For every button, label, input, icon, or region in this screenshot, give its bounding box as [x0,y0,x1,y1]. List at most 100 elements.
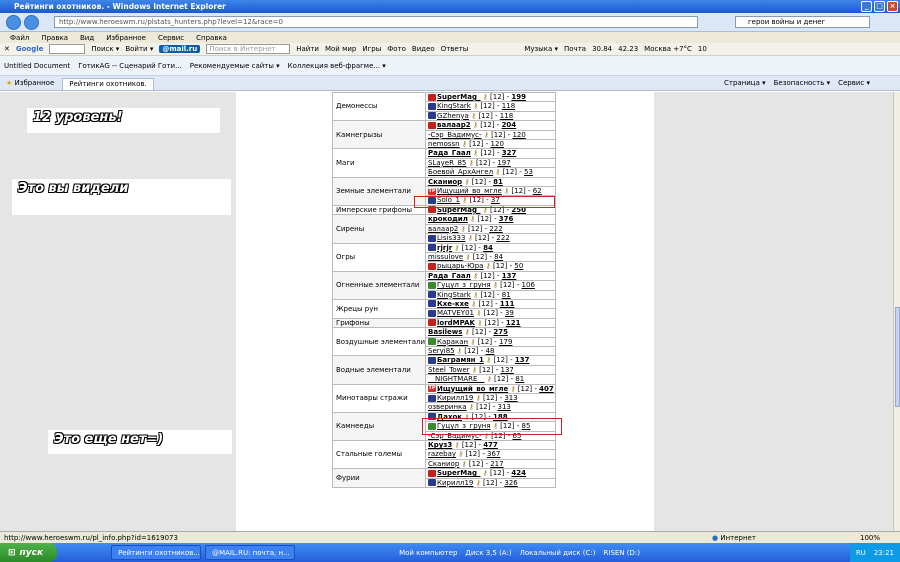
player-nick-link[interactable]: KingStark [437,291,471,298]
player-score-link[interactable]: 217 [490,460,503,467]
clan-emblem-icon[interactable] [428,234,437,242]
vertical-scrollbar[interactable] [893,92,900,531]
clan-emblem-icon[interactable] [428,291,437,299]
player-score-link[interactable]: 81 [515,376,524,383]
links-item-webslices[interactable]: Коллекция веб-фрагме... ▾ [288,62,386,70]
player-nick-link[interactable]: Каракан [437,338,468,345]
player-score-link[interactable]: 367 [487,451,500,458]
player-nick-link[interactable]: lordMPAK [437,319,475,326]
menu-edit[interactable]: Правка [41,34,68,42]
player-nick-link[interactable]: GZhenya [437,112,469,119]
start-button[interactable]: ⊞ пуск [0,543,58,562]
player-score-link[interactable]: 118 [502,103,515,110]
favorites-button[interactable]: ★ Избранное [6,79,54,87]
player-score-link[interactable]: 376 [499,216,514,223]
desk-floppy[interactable]: Диск 3,5 (A:) [465,549,511,557]
clan-emblem-icon[interactable] [428,309,437,317]
player-nick-link[interactable]: nemossn [428,141,460,148]
zoom-level[interactable]: 100% [860,534,880,542]
forward-button[interactable] [24,15,39,30]
player-nick-link[interactable]: missulove [428,253,463,260]
link-games[interactable]: Игры [362,45,381,53]
menu-favorites[interactable]: Избранное [106,34,146,42]
link-my-world[interactable]: Мой мир [325,45,356,53]
player-score-link[interactable]: 137 [515,357,530,364]
player-nick-link[interactable]: Basilews [428,329,462,336]
clan-emblem-icon[interactable] [428,102,437,110]
player-nick-link[interactable]: рыцарь-Юра [437,263,483,270]
player-score-link[interactable]: 137 [500,366,513,373]
player-nick-link[interactable]: валаар2 [428,225,458,232]
player-score-link[interactable]: 120 [491,141,504,148]
link-photo[interactable]: Фото [387,45,406,53]
player-score-link[interactable]: 477 [483,442,498,449]
clan-emblem-icon[interactable] [428,469,437,477]
google-search-input[interactable] [49,44,86,54]
player-nick-link[interactable]: Баграмян_1 [437,357,484,364]
player-nick-link[interactable]: rjrjr [437,244,452,251]
player-nick-link[interactable]: Ищущий_во_мгле [437,188,502,195]
clan-emblem-icon[interactable] [428,112,437,120]
player-score-link[interactable]: 81 [493,178,503,185]
player-nick-link[interactable]: Рада_Гаал [428,150,471,157]
player-score-link[interactable]: 137 [502,272,517,279]
player-score-link[interactable]: 326 [504,479,517,486]
player-nick-link[interactable]: SLayeR_85 [428,159,466,166]
clan-emblem-icon[interactable] [428,300,437,308]
clan-emblem-icon[interactable] [428,281,437,289]
desk-drive-d[interactable]: RISEN (D:) [604,549,640,557]
player-nick-link[interactable]: Кхе-кхе [437,300,469,307]
menu-tools[interactable]: Сервис [158,34,184,42]
player-nick-link[interactable]: razebay [428,451,456,458]
player-score-link[interactable]: 313 [504,395,517,402]
player-nick-link[interactable]: Боевой_АрхАнгел [428,169,493,176]
live-search-input[interactable]: герои войны и денег [735,16,870,28]
weather-label[interactable]: Москва +7°C [644,45,692,53]
player-nick-link[interactable]: KingStark [437,103,471,110]
clan-emblem-icon[interactable] [428,244,437,251]
link-answers[interactable]: Ответы [441,45,469,53]
clan-emblem-icon[interactable] [428,338,437,346]
player-score-link[interactable]: 313 [497,404,510,411]
clan-emblem-icon[interactable] [428,319,437,327]
player-score-link[interactable]: 179 [499,338,512,345]
player-score-link[interactable]: 199 [511,94,526,101]
clan-emblem-icon[interactable] [428,121,437,129]
player-nick-link[interactable]: Сканиор [428,460,459,467]
player-nick-link[interactable]: SuperMag_ [437,94,480,101]
player-score-link[interactable]: 106 [522,282,535,289]
task-mail[interactable]: @MAIL.RU: почта, н... [205,545,296,560]
google-search-button[interactable]: Поиск ▾ [91,45,119,53]
player-nick-link[interactable]: Гуцул_з_груня [437,282,491,289]
player-nick-link[interactable]: Кирилл19 [437,479,473,486]
cmd-page[interactable]: Страница ▾ [724,79,766,87]
player-score-link[interactable]: 222 [489,225,502,232]
player-score-link[interactable]: 120 [512,131,525,138]
player-nick-link[interactable]: Steel_Tower [428,366,470,373]
player-score-link[interactable]: 327 [502,150,517,157]
cmd-tools[interactable]: Сервис ▾ [838,79,900,87]
cmd-safety[interactable]: Безопасность ▾ [774,79,830,87]
player-score-link[interactable]: 121 [506,319,521,326]
player-nick-link[interactable]: Кирилл19 [437,395,473,402]
clan-emblem-icon[interactable] [428,356,437,364]
menu-help[interactable]: Справка [196,34,227,42]
player-score-link[interactable]: 48 [486,348,495,355]
player-score-link[interactable]: 407 [539,385,554,392]
maximize-icon[interactable]: □ [874,1,885,12]
player-score-link[interactable]: 111 [500,300,515,307]
player-nick-link[interactable]: SuperMag_ [437,470,480,477]
player-score-link[interactable]: 118 [500,112,513,119]
player-score-link[interactable]: 84 [483,244,493,251]
clan-emblem-icon[interactable] [428,262,437,270]
clan-tp-icon[interactable]: TP [428,187,437,195]
close-toolbar-icon[interactable]: ✕ [4,45,10,53]
google-login-button[interactable]: Войти ▾ [125,45,153,53]
desk-my-computer[interactable]: Мой компьютер [399,549,457,557]
player-nick-link[interactable]: Ищущий_во_мгле [437,385,508,392]
player-nick-link[interactable]: -Сэр_Вадимус- [428,131,481,138]
find-button[interactable]: Найти [296,45,319,53]
player-nick-link[interactable]: __NIGHTMARE__ [428,376,484,383]
player-score-link[interactable]: 62 [533,188,542,195]
clan-emblem-icon[interactable] [428,479,437,487]
